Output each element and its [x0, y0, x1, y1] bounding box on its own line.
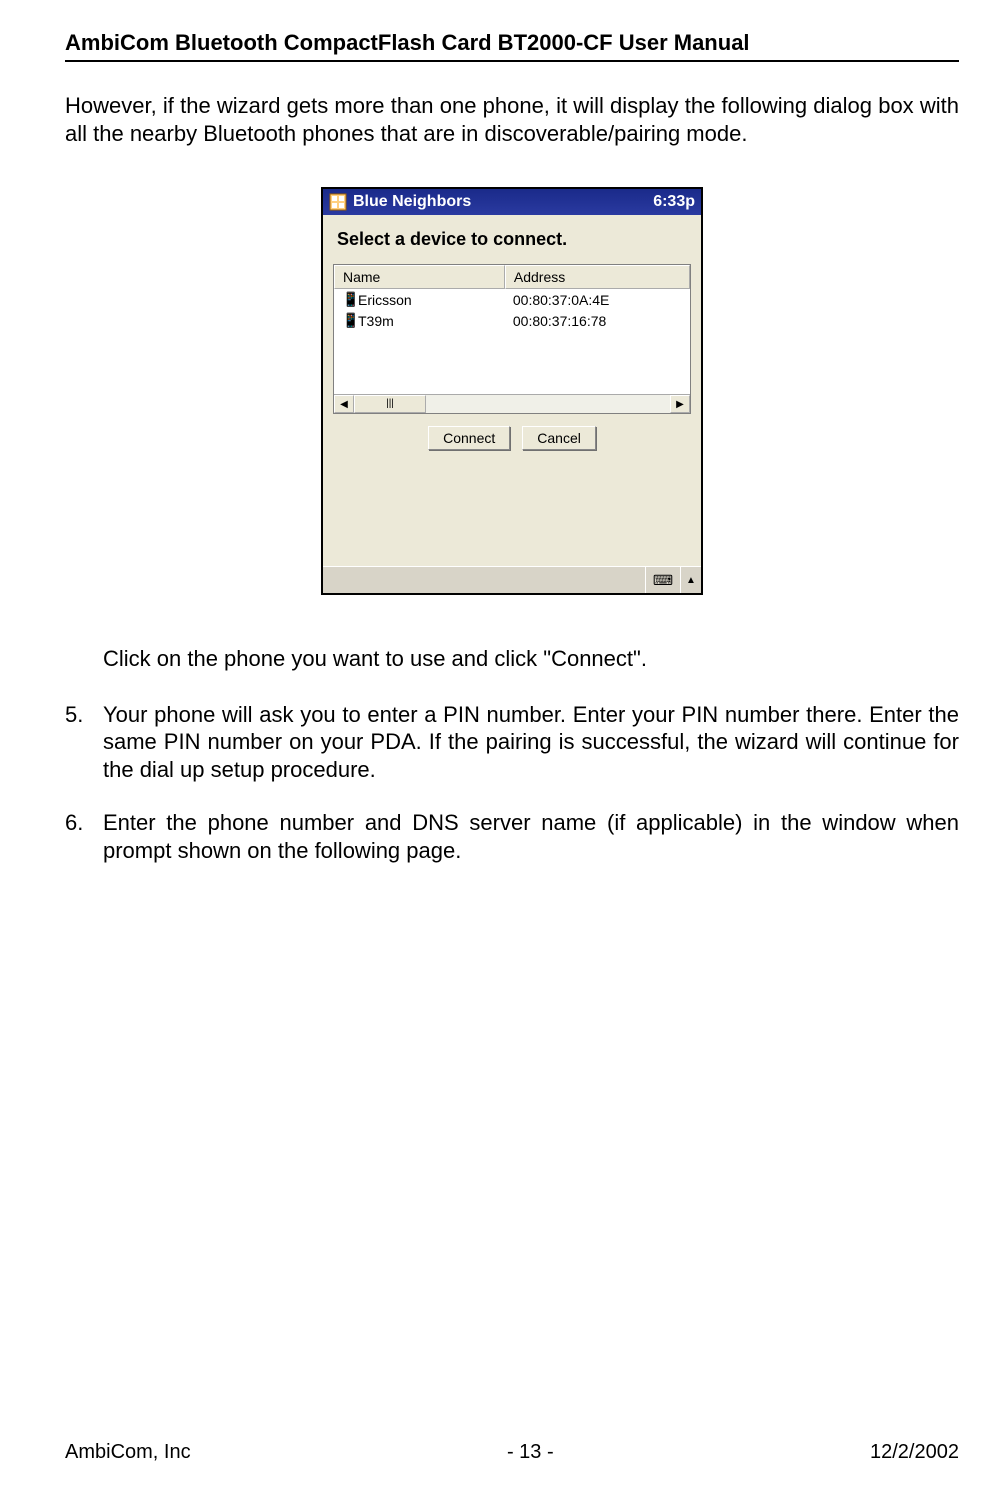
horizontal-scrollbar[interactable]: ◀ ||| ▶ [334, 394, 690, 413]
listview-header: Name Address [334, 265, 690, 289]
scroll-left-arrow-icon[interactable]: ◀ [334, 395, 354, 413]
list-item[interactable]: 📱 Ericsson 00:80:37:0A:4E [334, 289, 690, 310]
step-6: 6. Enter the phone number and DNS server… [65, 809, 959, 864]
button-row: Connect Cancel [333, 426, 691, 450]
listview-body: 📱 Ericsson 00:80:37:0A:4E 📱 T39m 00:80:3… [334, 289, 690, 394]
pda-screenshot: Blue Neighbors 6:33p Select a device to … [321, 187, 703, 595]
cancel-button[interactable]: Cancel [522, 426, 596, 450]
app-icon [329, 193, 347, 211]
footer-company: AmbiCom, Inc [65, 1441, 191, 1464]
device-address: 00:80:37:0A:4E [505, 291, 690, 309]
step-text: Enter the phone number and DNS server na… [103, 809, 959, 864]
footer-date: 12/2/2002 [870, 1441, 959, 1464]
window-titlebar: Blue Neighbors 6:33p [323, 189, 701, 215]
window-client-area: Select a device to connect. Name Address… [323, 215, 701, 593]
list-item[interactable]: 📱 T39m 00:80:37:16:78 [334, 310, 690, 331]
footer-page-number: - 13 - [507, 1441, 554, 1464]
step-5: 5. Your phone will ask you to enter a PI… [65, 701, 959, 784]
device-name: T39m [358, 313, 394, 329]
clock: 6:33p [653, 193, 695, 211]
column-header-name[interactable]: Name [334, 265, 505, 289]
sip-taskbar: ⌨ ▲ [323, 566, 701, 593]
scroll-thumb[interactable]: ||| [354, 395, 426, 413]
connect-button[interactable]: Connect [428, 426, 510, 450]
scroll-right-arrow-icon[interactable]: ▶ [670, 395, 690, 413]
document-header-title: AmbiCom Bluetooth CompactFlash Card BT20… [65, 30, 959, 56]
column-header-address[interactable]: Address [505, 265, 690, 289]
page-footer: AmbiCom, Inc - 13 - 12/2/2002 [65, 1441, 959, 1464]
device-address: 00:80:37:16:78 [505, 312, 690, 330]
page: AmbiCom Bluetooth CompactFlash Card BT20… [0, 0, 999, 1494]
instruction-label: Select a device to connect. [337, 229, 691, 250]
up-arrow-icon[interactable]: ▲ [680, 567, 701, 593]
device-name: Ericsson [358, 292, 412, 308]
phone-icon: 📱 [342, 312, 354, 329]
header-rule [65, 60, 959, 62]
step-number: 5. [65, 701, 103, 784]
window-title: Blue Neighbors [353, 193, 653, 211]
phone-icon: 📱 [342, 291, 354, 308]
keyboard-icon[interactable]: ⌨ [645, 567, 680, 593]
device-listview[interactable]: Name Address 📱 Ericsson 00:80:37:0A:4E [333, 264, 691, 414]
step-number: 6. [65, 809, 103, 864]
step-text: Your phone will ask you to enter a PIN n… [103, 701, 959, 784]
intro-paragraph: However, if the wizard gets more than on… [65, 92, 959, 147]
click-instruction-paragraph: Click on the phone you want to use and c… [103, 645, 959, 673]
scroll-track[interactable] [426, 395, 670, 413]
screenshot-container: Blue Neighbors 6:33p Select a device to … [65, 187, 959, 595]
